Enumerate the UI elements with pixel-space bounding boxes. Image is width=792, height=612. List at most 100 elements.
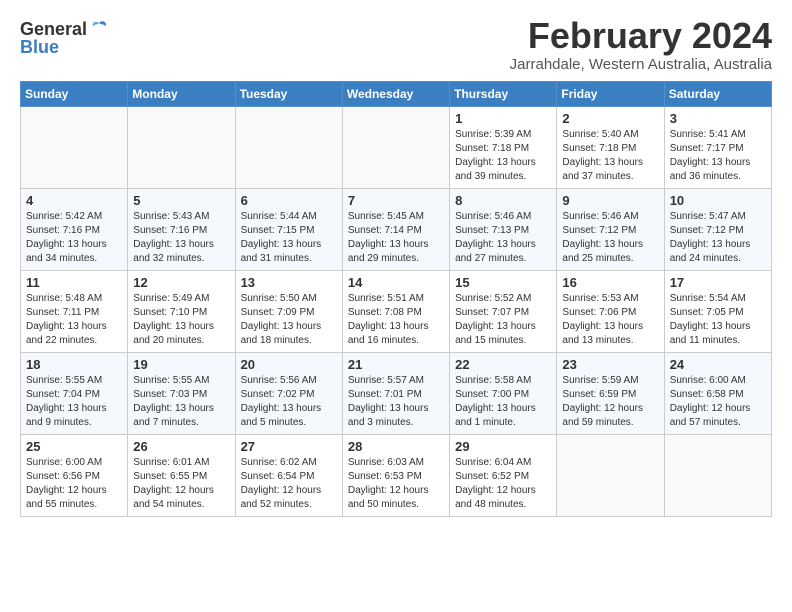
- day-number: 8: [455, 193, 551, 208]
- calendar-week-row: 1 Sunrise: 5:39 AM Sunset: 7:18 PM Daylig…: [21, 106, 772, 188]
- day-info: Sunrise: 5:55 AM Sunset: 7:04 PM Dayligh…: [26, 374, 122, 430]
- day-info: Sunrise: 6:00 AM Sunset: 6:56 PM Dayligh…: [26, 456, 122, 512]
- header-day: Friday: [557, 81, 664, 106]
- day-info: Sunrise: 5:43 AM Sunset: 7:16 PM Dayligh…: [133, 210, 229, 266]
- day-number: 21: [348, 357, 444, 372]
- day-info: Sunrise: 5:58 AM Sunset: 7:00 PM Dayligh…: [455, 374, 551, 430]
- location-title: Jarrahdale, Western Australia, Australia: [510, 56, 772, 73]
- header-day: Saturday: [664, 81, 771, 106]
- day-info: Sunrise: 5:46 AM Sunset: 7:12 PM Dayligh…: [562, 210, 658, 266]
- day-number: 12: [133, 275, 229, 290]
- calendar-cell: 2 Sunrise: 5:40 AM Sunset: 7:18 PM Daylig…: [557, 106, 664, 188]
- page-header: General Blue February 2024 Jarrahdale, W…: [20, 16, 772, 73]
- calendar-cell: 4Sunrise: 5:42 AM Sunset: 7:16 PM Daylig…: [21, 188, 128, 270]
- day-info: Sunrise: 5:48 AM Sunset: 7:11 PM Dayligh…: [26, 292, 122, 348]
- day-info: Sunrise: 5:41 AM Sunset: 7:17 PM Dayligh…: [670, 128, 766, 184]
- calendar-cell: [235, 106, 342, 188]
- logo-bird-icon: [89, 18, 109, 38]
- calendar-cell: 19 Sunrise: 5:55 AM Sunset: 7:03 PM Dayli…: [128, 352, 235, 434]
- day-number: 1: [455, 111, 551, 126]
- day-number: 23: [562, 357, 658, 372]
- header-day: Thursday: [450, 81, 557, 106]
- day-number: 15: [455, 275, 551, 290]
- title-section: February 2024 Jarrahdale, Western Austra…: [510, 16, 772, 73]
- calendar-cell: 27 Sunrise: 6:02 AM Sunset: 6:54 PM Dayli…: [235, 434, 342, 516]
- day-number: 29: [455, 439, 551, 454]
- day-info: Sunrise: 5:39 AM Sunset: 7:18 PM Dayligh…: [455, 128, 551, 184]
- calendar-week-row: 25 Sunrise: 6:00 AM Sunset: 6:56 PM Dayli…: [21, 434, 772, 516]
- header-day: Tuesday: [235, 81, 342, 106]
- day-info: Sunrise: 5:56 AM Sunset: 7:02 PM Dayligh…: [241, 374, 337, 430]
- day-info: Sunrise: 5:55 AM Sunset: 7:03 PM Dayligh…: [133, 374, 229, 430]
- calendar-cell: 29 Sunrise: 6:04 AM Sunset: 6:52 PM Dayli…: [450, 434, 557, 516]
- day-number: 11: [26, 275, 122, 290]
- day-info: Sunrise: 5:42 AM Sunset: 7:16 PM Dayligh…: [26, 210, 122, 266]
- calendar-week-row: 11 Sunrise: 5:48 AM Sunset: 7:11 PM Dayli…: [21, 270, 772, 352]
- calendar-cell: 10 Sunrise: 5:47 AM Sunset: 7:12 PM Dayli…: [664, 188, 771, 270]
- day-number: 19: [133, 357, 229, 372]
- day-info: Sunrise: 6:00 AM Sunset: 6:58 PM Dayligh…: [670, 374, 766, 430]
- day-info: Sunrise: 6:04 AM Sunset: 6:52 PM Dayligh…: [455, 456, 551, 512]
- calendar-week-row: 4Sunrise: 5:42 AM Sunset: 7:16 PM Daylig…: [21, 188, 772, 270]
- calendar-cell: 28Sunrise: 6:03 AM Sunset: 6:53 PM Dayli…: [342, 434, 449, 516]
- day-number: 27: [241, 439, 337, 454]
- calendar-cell: 12 Sunrise: 5:49 AM Sunset: 7:10 PM Dayli…: [128, 270, 235, 352]
- day-number: 13: [241, 275, 337, 290]
- calendar-cell: 13 Sunrise: 5:50 AM Sunset: 7:09 PM Dayli…: [235, 270, 342, 352]
- calendar-cell: 8 Sunrise: 5:46 AM Sunset: 7:13 PM Daylig…: [450, 188, 557, 270]
- day-info: Sunrise: 5:51 AM Sunset: 7:08 PM Dayligh…: [348, 292, 444, 348]
- day-number: 18: [26, 357, 122, 372]
- day-info: Sunrise: 5:45 AM Sunset: 7:14 PM Dayligh…: [348, 210, 444, 266]
- calendar-cell: [342, 106, 449, 188]
- day-info: Sunrise: 5:53 AM Sunset: 7:06 PM Dayligh…: [562, 292, 658, 348]
- calendar-cell: [557, 434, 664, 516]
- day-info: Sunrise: 5:46 AM Sunset: 7:13 PM Dayligh…: [455, 210, 551, 266]
- day-number: 14: [348, 275, 444, 290]
- month-title: February 2024: [510, 16, 772, 56]
- day-number: 10: [670, 193, 766, 208]
- day-number: 9: [562, 193, 658, 208]
- calendar-cell: 20Sunrise: 5:56 AM Sunset: 7:02 PM Dayli…: [235, 352, 342, 434]
- calendar-cell: [664, 434, 771, 516]
- calendar-cell: 16Sunrise: 5:53 AM Sunset: 7:06 PM Dayli…: [557, 270, 664, 352]
- day-number: 2: [562, 111, 658, 126]
- calendar-cell: 25 Sunrise: 6:00 AM Sunset: 6:56 PM Dayli…: [21, 434, 128, 516]
- header-row: SundayMondayTuesdayWednesdayThursdayFrid…: [21, 81, 772, 106]
- day-info: Sunrise: 5:57 AM Sunset: 7:01 PM Dayligh…: [348, 374, 444, 430]
- logo-general: General: [20, 20, 87, 38]
- day-number: 3: [670, 111, 766, 126]
- calendar-cell: 17Sunrise: 5:54 AM Sunset: 7:05 PM Dayli…: [664, 270, 771, 352]
- day-info: Sunrise: 5:59 AM Sunset: 6:59 PM Dayligh…: [562, 374, 658, 430]
- calendar-cell: 1 Sunrise: 5:39 AM Sunset: 7:18 PM Daylig…: [450, 106, 557, 188]
- calendar-cell: 24 Sunrise: 6:00 AM Sunset: 6:58 PM Dayli…: [664, 352, 771, 434]
- calendar-cell: 22Sunrise: 5:58 AM Sunset: 7:00 PM Dayli…: [450, 352, 557, 434]
- calendar-cell: 18 Sunrise: 5:55 AM Sunset: 7:04 PM Dayli…: [21, 352, 128, 434]
- header-day: Sunday: [21, 81, 128, 106]
- day-info: Sunrise: 5:49 AM Sunset: 7:10 PM Dayligh…: [133, 292, 229, 348]
- calendar-cell: 26 Sunrise: 6:01 AM Sunset: 6:55 PM Dayli…: [128, 434, 235, 516]
- day-info: Sunrise: 5:44 AM Sunset: 7:15 PM Dayligh…: [241, 210, 337, 266]
- calendar-cell: 7Sunrise: 5:45 AM Sunset: 7:14 PM Daylig…: [342, 188, 449, 270]
- calendar-cell: 3 Sunrise: 5:41 AM Sunset: 7:17 PM Daylig…: [664, 106, 771, 188]
- day-info: Sunrise: 6:01 AM Sunset: 6:55 PM Dayligh…: [133, 456, 229, 512]
- day-number: 5: [133, 193, 229, 208]
- day-info: Sunrise: 6:02 AM Sunset: 6:54 PM Dayligh…: [241, 456, 337, 512]
- header-day: Monday: [128, 81, 235, 106]
- calendar-cell: 21 Sunrise: 5:57 AM Sunset: 7:01 PM Dayli…: [342, 352, 449, 434]
- calendar-cell: [21, 106, 128, 188]
- calendar-cell: [128, 106, 235, 188]
- calendar-cell: 9 Sunrise: 5:46 AM Sunset: 7:12 PM Daylig…: [557, 188, 664, 270]
- day-info: Sunrise: 5:40 AM Sunset: 7:18 PM Dayligh…: [562, 128, 658, 184]
- day-number: 25: [26, 439, 122, 454]
- day-number: 26: [133, 439, 229, 454]
- header-day: Wednesday: [342, 81, 449, 106]
- day-number: 24: [670, 357, 766, 372]
- calendar-cell: 11 Sunrise: 5:48 AM Sunset: 7:11 PM Dayli…: [21, 270, 128, 352]
- day-info: Sunrise: 5:50 AM Sunset: 7:09 PM Dayligh…: [241, 292, 337, 348]
- calendar-cell: 15 Sunrise: 5:52 AM Sunset: 7:07 PM Dayli…: [450, 270, 557, 352]
- day-info: Sunrise: 5:47 AM Sunset: 7:12 PM Dayligh…: [670, 210, 766, 266]
- calendar-week-row: 18 Sunrise: 5:55 AM Sunset: 7:04 PM Dayli…: [21, 352, 772, 434]
- day-info: Sunrise: 5:52 AM Sunset: 7:07 PM Dayligh…: [455, 292, 551, 348]
- day-info: Sunrise: 5:54 AM Sunset: 7:05 PM Dayligh…: [670, 292, 766, 348]
- calendar-cell: 23 Sunrise: 5:59 AM Sunset: 6:59 PM Dayli…: [557, 352, 664, 434]
